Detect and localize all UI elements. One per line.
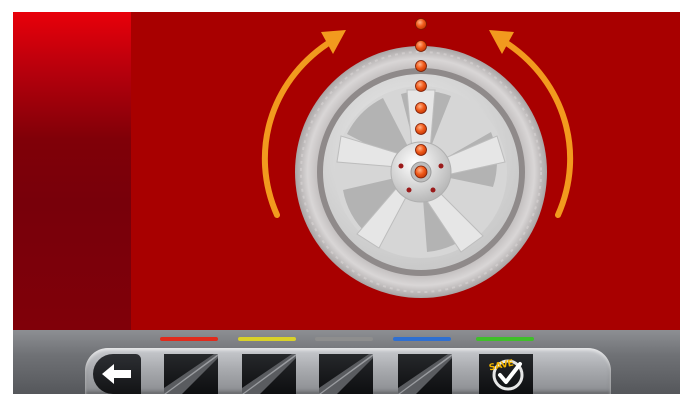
softkey-2-button[interactable] — [242, 354, 296, 394]
position-dot — [415, 40, 427, 52]
indicator-green — [476, 337, 534, 341]
arrow-left-icon — [102, 364, 131, 384]
main-view — [131, 12, 680, 330]
back-button[interactable] — [93, 354, 141, 394]
diagonal-slash-icon — [398, 354, 452, 394]
position-dot — [415, 60, 427, 72]
position-dot — [415, 144, 427, 156]
diagonal-slash-icon — [164, 354, 218, 394]
position-dot — [415, 80, 427, 92]
save-button[interactable]: SAVE — [479, 354, 533, 394]
sidebar-panel — [13, 12, 131, 330]
indicator-red — [160, 337, 218, 341]
machine-screen: SAVE — [13, 12, 680, 394]
indicator-yellow — [238, 337, 296, 341]
softkey-1-button[interactable] — [164, 354, 218, 394]
wheel-illustration — [261, 18, 574, 298]
diagonal-slash-icon — [242, 354, 296, 394]
position-dot — [415, 18, 427, 30]
position-dot — [415, 102, 427, 114]
position-dot-center — [414, 165, 428, 179]
indicator-blue — [393, 337, 451, 341]
bottom-toolbar: SAVE — [13, 330, 680, 394]
indicator-gray — [315, 337, 373, 341]
diagonal-slash-icon — [319, 354, 373, 394]
softkey-4-button[interactable] — [398, 354, 452, 394]
position-dot — [415, 123, 427, 135]
softkey-3-button[interactable] — [319, 354, 373, 394]
